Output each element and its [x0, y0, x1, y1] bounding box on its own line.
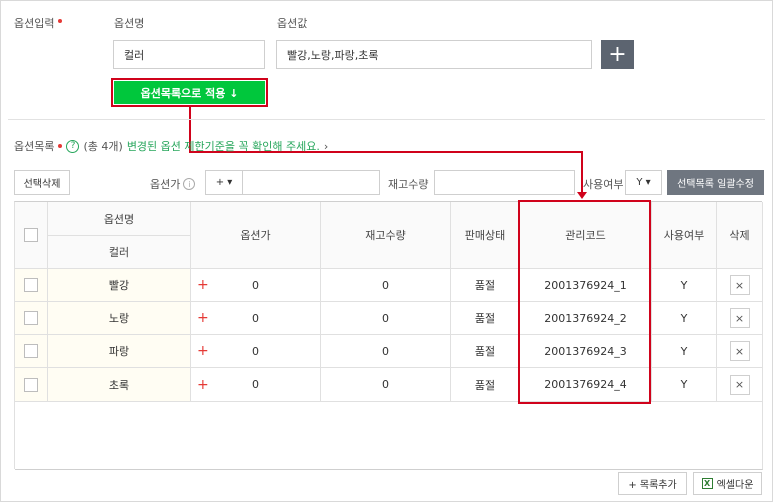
delete-selected-button[interactable]: 선택삭제 [14, 170, 70, 195]
plus-icon: + [608, 41, 627, 67]
option-input-section-label: 옵션입력 [14, 15, 63, 31]
row-price: 0 [252, 278, 259, 292]
option-list-header: 옵션목록 ? (총 4개) 변경된 옵션 제한기준을 꼭 확인해 주세요. › [14, 138, 328, 154]
excel-download-button[interactable]: X 엑셀다운 [693, 472, 762, 495]
row-delete-cell: × [717, 368, 763, 402]
header-option-name: 옵션명 [48, 202, 191, 236]
option-values-input[interactable]: 빨강,노랑,파랑,초록 [276, 40, 592, 69]
plus-icon: + [197, 376, 209, 393]
option-value-label: 옵션값 [277, 17, 308, 30]
row-stock[interactable]: 0 [321, 368, 451, 402]
use-label: 사용여부 [583, 178, 624, 191]
header-checkbox-cell [15, 202, 48, 269]
row-option-name: 노랑 [48, 302, 191, 335]
row-option-name: 파랑 [48, 335, 191, 368]
close-icon[interactable]: × [729, 374, 750, 395]
row-price-cell[interactable]: +0 [191, 335, 321, 368]
row-checkbox-cell [15, 302, 48, 335]
row-use[interactable]: Y [652, 335, 717, 368]
bulk-stock-input[interactable] [434, 170, 575, 195]
header-delete: 삭제 [717, 202, 763, 269]
option-values-input-value: 빨강,노랑,파랑,초록 [287, 48, 379, 62]
row-use[interactable]: Y [652, 269, 717, 302]
excel-download-label: 엑셀다운 [716, 480, 754, 491]
header-option-sub: 컬러 [48, 236, 191, 269]
bulk-edit-button[interactable]: 선택목록 일괄수정 [667, 170, 764, 195]
row-price-cell[interactable]: +0 [191, 368, 321, 402]
header-price: 옵션가 [191, 202, 321, 269]
plus-icon: + [197, 277, 209, 293]
row-delete-cell: × [717, 335, 763, 368]
required-dot [58, 144, 63, 148]
row-checkbox[interactable] [24, 377, 38, 392]
table-empty-area [15, 402, 763, 470]
row-delete-cell: × [717, 302, 763, 335]
plus-icon: + [197, 343, 209, 359]
row-price: 0 [252, 378, 259, 391]
option-name-input[interactable]: 컬러 [113, 40, 265, 69]
row-status: 품절 [451, 368, 520, 402]
bulk-price-input[interactable] [242, 170, 380, 195]
section-divider [8, 119, 765, 120]
excel-icon: X [701, 478, 713, 489]
chevron-right-icon: › [323, 139, 329, 153]
plus-icon: + [197, 310, 209, 326]
row-checkbox[interactable] [24, 344, 38, 358]
price-label: 옵션가 i [150, 176, 196, 192]
help-icon[interactable]: ? [66, 139, 80, 153]
header-stock: 재고수량 [321, 202, 451, 269]
row-option-name: 초록 [48, 368, 191, 402]
add-option-button[interactable]: + [601, 40, 634, 69]
close-icon[interactable]: × [729, 275, 750, 295]
use-select[interactable]: Y ▾ [625, 170, 662, 195]
option-count: (총 4개) [83, 140, 123, 153]
select-all-checkbox[interactable] [24, 228, 38, 242]
required-dot [58, 19, 63, 23]
header-status: 판매상태 [451, 202, 520, 269]
apply-to-list-button[interactable]: 옵션목록으로 적용 ↓ [114, 81, 265, 104]
close-icon[interactable]: × [729, 308, 750, 328]
row-use[interactable]: Y [652, 368, 717, 402]
option-list-section-label: 옵션목록 [14, 140, 55, 153]
row-checkbox[interactable] [24, 311, 38, 325]
close-icon[interactable]: × [729, 341, 750, 361]
option-name-input-value: 컬러 [124, 48, 145, 62]
header-use: 사용여부 [652, 202, 717, 269]
row-status: 품절 [451, 269, 520, 302]
add-list-button[interactable]: + 목록추가 [618, 472, 687, 495]
row-checkbox-cell [15, 269, 48, 302]
row-price: 0 [252, 311, 259, 325]
info-icon[interactable]: i [183, 178, 196, 190]
row-checkbox-cell [15, 368, 48, 402]
row-checkbox-cell [15, 335, 48, 368]
row-stock[interactable]: 0 [321, 302, 451, 335]
row-use[interactable]: Y [652, 302, 717, 335]
notice-link[interactable]: 변경된 옵션 제한기준을 꼭 확인해 주세요. [127, 138, 320, 154]
row-price-cell[interactable]: +0 [191, 302, 321, 335]
row-stock[interactable]: 0 [321, 335, 451, 368]
price-sign-select[interactable]: + ▾ [205, 170, 243, 195]
row-price: 0 [252, 344, 259, 358]
row-checkbox[interactable] [24, 278, 38, 292]
row-stock[interactable]: 0 [321, 269, 451, 302]
price-label-text: 옵션가 [150, 178, 181, 191]
row-status: 품절 [451, 302, 520, 335]
option-name-label: 옵션명 [114, 17, 145, 30]
row-price-cell[interactable]: +0 [191, 269, 321, 302]
code-column-highlight [518, 200, 651, 404]
row-status: 품절 [451, 335, 520, 368]
annotation-arrow-head [577, 192, 587, 199]
stock-label: 재고수량 [388, 178, 429, 191]
row-delete-cell: × [717, 269, 763, 302]
row-option-name: 빨강 [48, 269, 191, 302]
